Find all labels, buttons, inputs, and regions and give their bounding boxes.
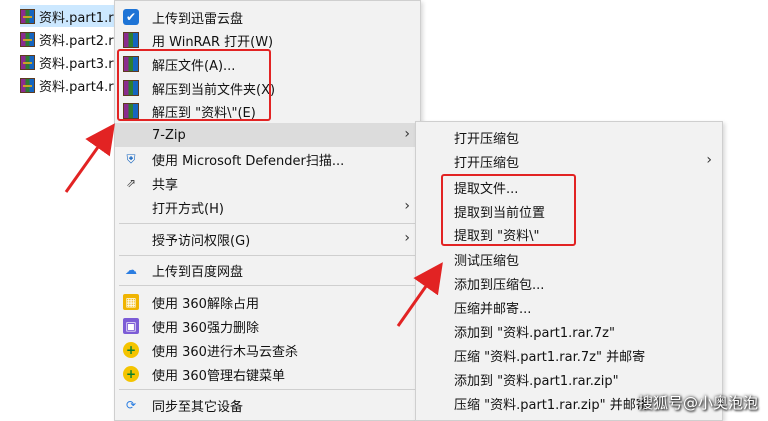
- context-menu: ✔ 上传到迅雷云盘 用 WinRAR 打开(W) 解压文件(A)... 解压到当…: [114, 0, 421, 421]
- winrar-file-icon: [20, 77, 35, 93]
- share-icon: ⇗: [125, 176, 137, 190]
- menu-item-sync-devices[interactable]: ⟳ 同步至其它设备: [115, 393, 420, 417]
- submenu-item-add-7z[interactable]: 添加到 "资料.part1.rar.7z": [416, 319, 722, 343]
- menu-item-360-delete[interactable]: ▣ 使用 360强力删除: [115, 314, 420, 338]
- submenu-item-test-archive[interactable]: 测试压缩包: [416, 247, 722, 271]
- menu-item-label: 使用 360管理右键菜单: [152, 368, 285, 384]
- menu-item-label: 压缩并邮寄...: [454, 301, 532, 317]
- menu-item-label: 同步至其它设备: [152, 399, 244, 415]
- submenu-item-open-archive-more[interactable]: 打开压缩包 ›: [416, 149, 722, 173]
- submenu-item-compress-7z-email[interactable]: 压缩 "资料.part1.rar.7z" 并邮寄: [416, 343, 722, 367]
- menu-separator: [119, 255, 416, 256]
- thunder-icon: ✔: [123, 9, 139, 25]
- submenu-item-add-archive[interactable]: 添加到压缩包...: [416, 271, 722, 295]
- menu-item-grant-access[interactable]: 授予访问权限(G) ›: [115, 227, 420, 251]
- menu-item-label: 打开压缩包: [454, 131, 520, 147]
- menu-item-label: 7-Zip: [152, 127, 186, 143]
- menu-item-label: 压缩 "资料.part1.rar.7z" 并邮寄: [454, 349, 646, 365]
- menu-item-label: 测试压缩包: [454, 253, 520, 269]
- file-item-part1[interactable]: 资料.part1.rar: [20, 5, 120, 27]
- winrar-icon: [123, 32, 139, 48]
- menu-item-label: 使用 Microsoft Defender扫描...: [152, 153, 345, 169]
- menu-item-label: 用 WinRAR 打开(W): [152, 34, 274, 50]
- shield-icon: ⛨: [126, 151, 136, 166]
- chevron-right-icon: ›: [404, 126, 410, 142]
- menu-item-label: 添加到压缩包...: [454, 277, 545, 293]
- file-name: 资料.part1.rar: [39, 10, 120, 26]
- 360-delete-icon: ▣: [123, 318, 139, 334]
- 360-unlock-icon: ▦: [123, 294, 139, 310]
- menu-item-upload-xunlei[interactable]: ✔ 上传到迅雷云盘: [115, 5, 420, 29]
- chevron-right-icon: ›: [404, 198, 410, 214]
- file-name: 资料.part4.rar: [39, 79, 120, 95]
- menu-item-label: 使用 360强力删除: [152, 320, 259, 336]
- menu-item-label: 授予访问权限(G): [152, 233, 251, 249]
- chevron-right-icon: ›: [404, 230, 410, 246]
- menu-item-label: 共享: [152, 177, 179, 193]
- menu-item-defender-scan[interactable]: ⛨ 使用 Microsoft Defender扫描...: [115, 147, 420, 171]
- menu-item-label: 压缩 "资料.part1.rar.zip" 并邮寄: [454, 397, 649, 413]
- menu-item-label: 上传到迅雷云盘: [152, 11, 244, 27]
- menu-item-open-with[interactable]: 打开方式(H) ›: [115, 195, 420, 219]
- menu-separator: [119, 389, 416, 390]
- file-item-part4[interactable]: 资料.part4.rar: [20, 74, 120, 96]
- winrar-file-icon: [20, 31, 35, 47]
- menu-item-label: 添加到 "资料.part1.rar.7z": [454, 325, 615, 341]
- menu-item-360-menu[interactable]: + 使用 360管理右键菜单: [115, 362, 420, 386]
- highlight-box-7zip: [441, 174, 576, 246]
- submenu-item-open-archive[interactable]: 打开压缩包: [416, 125, 722, 149]
- file-item-part3[interactable]: 资料.part3.rar: [20, 51, 120, 73]
- arrow-to-winrar: [64, 123, 115, 193]
- chevron-right-icon: ›: [706, 152, 712, 168]
- file-item-part2[interactable]: 资料.part2.rar: [20, 28, 120, 50]
- menu-separator: [119, 285, 416, 286]
- menu-item-label: 打开压缩包: [454, 155, 520, 171]
- menu-item-label: 上传到百度网盘: [152, 264, 244, 280]
- 360-scan-icon: +: [123, 342, 139, 358]
- sync-icon: ⟳: [125, 398, 137, 412]
- menu-item-360-scan[interactable]: + 使用 360进行木马云查杀: [115, 338, 420, 362]
- menu-item-label: 添加到 "资料.part1.rar.zip": [454, 373, 619, 389]
- menu-item-360-unlock[interactable]: ▦ 使用 360解除占用: [115, 290, 420, 314]
- baidu-cloud-icon: ☁: [125, 263, 137, 277]
- menu-item-share[interactable]: ⇗ 共享: [115, 171, 420, 195]
- 360-menu-icon: +: [123, 366, 139, 382]
- menu-item-upload-baidu[interactable]: ☁ 上传到百度网盘: [115, 258, 420, 282]
- submenu-item-add-zip[interactable]: 添加到 "资料.part1.rar.zip": [416, 367, 722, 391]
- watermark: 搜狐号@小奥泡泡: [637, 394, 758, 412]
- menu-separator: [119, 223, 416, 224]
- file-name: 资料.part3.rar: [39, 56, 120, 72]
- menu-item-label: 使用 360进行木马云查杀: [152, 344, 298, 360]
- file-name: 资料.part2.rar: [39, 33, 120, 49]
- winrar-file-icon: [20, 8, 35, 24]
- submenu-7zip: 打开压缩包 打开压缩包 › 提取文件... 提取到当前位置 提取到 "资料\" …: [415, 121, 723, 421]
- menu-item-label: 打开方式(H): [152, 201, 224, 217]
- highlight-box-winrar: [117, 49, 271, 121]
- menu-item-label: 使用 360解除占用: [152, 296, 259, 312]
- menu-item-7zip[interactable]: 7-Zip ›: [115, 123, 420, 147]
- submenu-item-compress-email[interactable]: 压缩并邮寄...: [416, 295, 722, 319]
- winrar-file-icon: [20, 54, 35, 70]
